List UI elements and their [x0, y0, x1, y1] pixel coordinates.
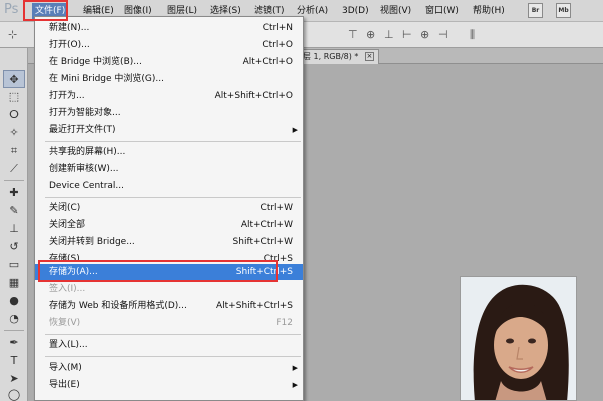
- menu-separator: [45, 334, 301, 335]
- menu-item-save-for-web[interactable]: 存储为 Web 和设备所用格式(D)... Alt+Shift+Ctrl+S: [35, 298, 303, 314]
- menu-item-check-in[interactable]: 签入(I)...: [35, 281, 303, 297]
- move-tool-preset-icon[interactable]: ⊹: [8, 28, 17, 41]
- align-right-icon[interactable]: ⊣: [438, 28, 448, 41]
- toolbox-divider: [4, 330, 24, 331]
- submenu-arrow-icon: ▶: [292, 364, 298, 372]
- menu-item-new[interactable]: 新建(N)... Ctrl+N: [35, 20, 303, 36]
- align-top-icon[interactable]: ⊤: [348, 28, 358, 41]
- menu-separator: [45, 141, 301, 142]
- menu-window[interactable]: 窗口(W): [422, 3, 462, 19]
- canvas-photo: [460, 276, 577, 401]
- menu-item-recent-files[interactable]: 最近打开文件(T) ▶: [35, 122, 303, 138]
- submenu-arrow-icon: ▶: [292, 126, 298, 134]
- align-bottom-icon[interactable]: ⊥: [384, 28, 394, 41]
- brush-tool-icon[interactable]: ✎: [3, 202, 25, 220]
- menu-item-open-as[interactable]: 打开为... Alt+Shift+Ctrl+O: [35, 88, 303, 104]
- menu-item-device-central[interactable]: Device Central...: [35, 178, 303, 194]
- toolbox-divider: [4, 180, 24, 181]
- blur-tool-icon[interactable]: ●: [3, 292, 25, 310]
- crop-tool-icon[interactable]: ⌗: [3, 142, 25, 160]
- menu-help[interactable]: 帮助(H): [470, 3, 508, 19]
- shape-tool-icon[interactable]: ◯: [3, 386, 25, 401]
- menu-item-share-screen[interactable]: 共享我的屏幕(H)...: [35, 144, 303, 160]
- marquee-tool-icon[interactable]: ⬚: [3, 88, 25, 106]
- file-menu-callout: [23, 0, 68, 21]
- menu-item-import[interactable]: 导入(M) ▶: [35, 360, 303, 376]
- menu-item-revert[interactable]: 恢复(V) F12: [35, 315, 303, 331]
- menu-item-open[interactable]: 打开(O)... Ctrl+O: [35, 37, 303, 53]
- menu-item-new-review[interactable]: 创建新审核(W)...: [35, 161, 303, 177]
- align-vcenter-icon[interactable]: ⊕: [366, 28, 375, 41]
- align-hcenter-icon[interactable]: ⊕: [420, 28, 429, 41]
- document-tab-label: 层 1, RGB/8) *: [303, 52, 359, 61]
- submenu-arrow-icon: ▶: [292, 381, 298, 389]
- menu-separator: [45, 356, 301, 357]
- menu-item-close-go-bridge[interactable]: 关闭并转到 Bridge... Shift+Ctrl+W: [35, 234, 303, 250]
- menu-item-browse-mini-bridge[interactable]: 在 Mini Bridge 中浏览(G)...: [35, 71, 303, 87]
- menu-3d[interactable]: 3D(D): [339, 3, 372, 19]
- eyedropper-tool-icon[interactable]: ⟋: [3, 160, 25, 178]
- clone-stamp-tool-icon[interactable]: ⊥: [3, 220, 25, 238]
- healing-brush-tool-icon[interactable]: ✚: [3, 184, 25, 202]
- save-as-callout: [38, 260, 278, 282]
- auto-align-icon[interactable]: ⫼: [470, 28, 475, 42]
- menu-item-close[interactable]: 关闭(C) Ctrl+W: [35, 200, 303, 216]
- toolbox: ✥ ⬚ ⵔ ✧ ⌗ ⟋ ✚ ✎ ⊥ ↺ ▭ ▦ ● ◔ ✒ T ➤ ◯: [0, 48, 28, 401]
- close-icon[interactable]: ×: [364, 52, 374, 61]
- menu-item-browse-bridge[interactable]: 在 Bridge 中浏览(B)... Alt+Ctrl+O: [35, 54, 303, 70]
- history-brush-tool-icon[interactable]: ↺: [3, 238, 25, 256]
- menu-item-place[interactable]: 置入(L)...: [35, 337, 303, 353]
- menu-item-close-all[interactable]: 关闭全部 Alt+Ctrl+W: [35, 217, 303, 233]
- mini-bridge-button[interactable]: Mb: [556, 3, 571, 18]
- move-tool-icon[interactable]: ✥: [3, 70, 25, 88]
- pen-tool-icon[interactable]: ✒: [3, 334, 25, 352]
- menu-item-export[interactable]: 导出(E) ▶: [35, 377, 303, 393]
- document-tab[interactable]: 层 1, RGB/8) * ×: [298, 49, 379, 64]
- align-left-icon[interactable]: ⊢: [402, 28, 412, 41]
- quick-select-tool-icon[interactable]: ✧: [3, 124, 25, 142]
- file-menu-dropdown: 新建(N)... Ctrl+N 打开(O)... Ctrl+O 在 Bridge 中…: [34, 16, 304, 401]
- menu-item-open-smart-object[interactable]: 打开为智能对象...: [35, 105, 303, 121]
- lasso-tool-icon[interactable]: ⵔ: [3, 106, 25, 124]
- eraser-tool-icon[interactable]: ▭: [3, 256, 25, 274]
- type-tool-icon[interactable]: T: [3, 352, 25, 370]
- portrait-image: [461, 277, 576, 400]
- photoshop-logo: Ps: [4, 2, 19, 17]
- gradient-tool-icon[interactable]: ▦: [3, 274, 25, 292]
- menu-separator: [45, 197, 301, 198]
- menu-view[interactable]: 视图(V): [377, 3, 414, 19]
- bridge-button[interactable]: Br: [528, 3, 543, 18]
- dodge-tool-icon[interactable]: ◔: [3, 310, 25, 328]
